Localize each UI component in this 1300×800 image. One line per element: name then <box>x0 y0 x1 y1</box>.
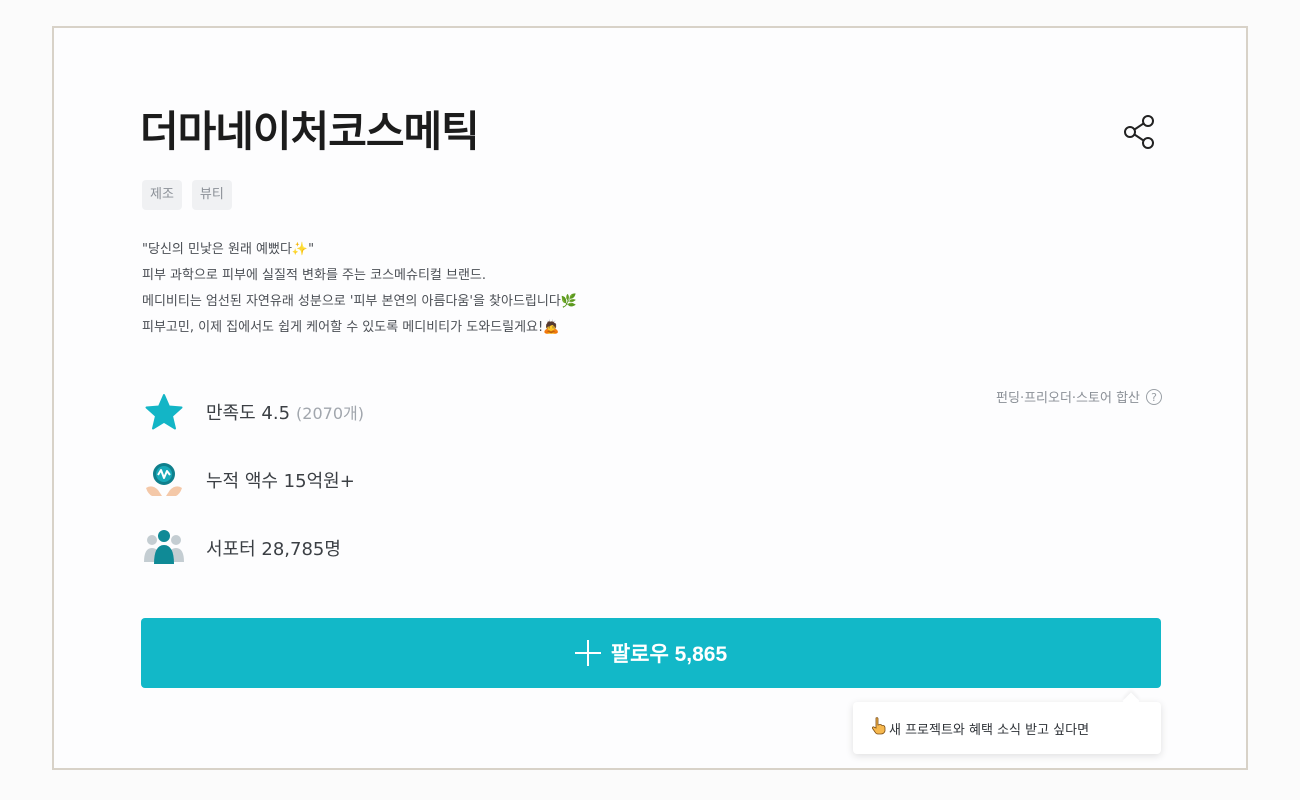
revenue-stat: 누적 액수 15억원+ <box>142 458 364 502</box>
share-icon <box>1120 115 1160 155</box>
description-line: 메디비티는 엄선된 자연유래 성분으로 '피부 본연의 아름다움'을 찾아드립니… <box>142 294 577 309</box>
description-line: 피부고민, 이제 집에서도 쉽게 케어할 수 있도록 메디비티가 도와드릴게요!… <box>142 320 560 335</box>
follow-label: 팔로우 5,865 <box>610 643 728 666</box>
description-line: "당신의 민낯은 원래 예뻤다✨" <box>142 242 315 257</box>
page-title: 더마네이처코스메틱 <box>140 107 480 156</box>
follow-button[interactable]: 팔로우 5,865 <box>141 618 1161 688</box>
supporters-stat: 서포터 28,785명 <box>142 526 364 570</box>
supporters-text: 서포터 28,785명 <box>206 539 341 560</box>
coin-hands-icon <box>142 458 186 502</box>
tag-beauty[interactable]: 뷰티 <box>191 180 232 210</box>
tag-manufacturing[interactable]: 제조 <box>142 180 182 210</box>
tooltip-text: 새 프로젝트와 혜택 소식 받고 싶다면 <box>889 722 1090 738</box>
tooltip-content: 새 프로젝트와 혜택 소식 받고 싶다면 <box>871 717 1089 739</box>
plus-icon <box>574 640 601 666</box>
revenue-text: 누적 액수 15억원+ <box>206 471 355 492</box>
description-line: 피부 과학으로 피부에 실질적 변화를 주는 코스메슈티컬 브랜드. <box>142 268 487 283</box>
people-icon <box>142 526 186 570</box>
stats-list: 만족도 4.5 (2070개) 누적 액수 15억원+ 서포터 28,785명 <box>142 390 364 594</box>
satisfaction-stat: 만족도 4.5 (2070개) <box>142 390 364 434</box>
satisfaction-count: (2070개) <box>296 404 364 423</box>
help-circle-icon[interactable]: ? <box>1146 388 1162 405</box>
stats-note-text: 펀딩·프리오더·스토어 합산 <box>996 391 1140 406</box>
category-tags: 제조 뷰티 <box>142 180 232 210</box>
brand-description: "당신의 민낯은 원래 예뻤다✨" 피부 과학으로 피부에 실질적 변화를 주는… <box>142 237 842 341</box>
pointing-hand-icon <box>871 717 887 739</box>
share-button[interactable] <box>1120 112 1160 152</box>
follow-tooltip: 새 프로젝트와 혜택 소식 받고 싶다면 <box>853 702 1161 754</box>
stats-note: 펀딩·프리오더·스토어 합산 ? <box>996 387 1162 406</box>
star-icon <box>142 390 186 434</box>
satisfaction-score: 만족도 4.5 <box>206 403 291 424</box>
satisfaction-text: 만족도 4.5 (2070개) <box>206 399 364 425</box>
